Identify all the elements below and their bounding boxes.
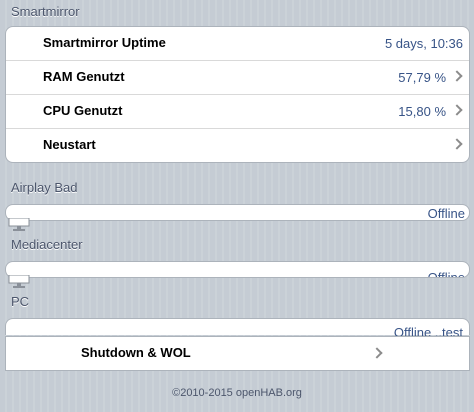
row-uptime: Smartmirror Uptime 5 days, 10:36 [6,27,469,61]
row-label: Shutdown & WOL [81,345,191,360]
row-cpu[interactable]: CPU Genutzt 15,80 % [6,95,469,129]
section-title-smartmirror: Smartmirror [11,4,80,19]
row-value: 57,79 % [398,70,446,85]
tv-icon [8,218,30,231]
row-label: CPU Genutzt [43,103,123,118]
chevron-right-icon [371,347,383,359]
row-label: Smartmirror Uptime [43,35,166,50]
chevron-right-icon [451,138,463,150]
chevron-right-icon [451,104,463,116]
status-text: Offline [427,270,465,278]
row-restart[interactable]: Neustart [6,129,469,162]
footer-copyright: ©2010-2015 openHAB.org [172,387,302,399]
tv-icon [8,275,30,288]
status-text: Offline [427,206,465,221]
mediacenter-group[interactable]: Offline [5,261,470,278]
section-title-airplay: Airplay Bad [11,180,78,195]
row-label: Neustart [43,137,96,152]
section-title-pc: PC [11,294,30,309]
chevron-right-icon [451,70,463,82]
row-value: 5 days, 10:36 [384,36,463,51]
smartmirror-group: Smartmirror Uptime 5 days, 10:36 RAM Gen… [5,26,470,163]
row-value: 15,80 % [398,104,446,119]
airplay-group[interactable]: Offline [5,204,470,221]
shutdown-wol-button[interactable]: Shutdown & WOL [5,336,470,371]
row-label: RAM Genutzt [43,69,125,84]
section-title-mediacenter: Mediacenter [11,237,83,252]
row-ram[interactable]: RAM Genutzt 57,79 % [6,61,469,95]
pc-status-row: Offline ..test [5,318,470,340]
